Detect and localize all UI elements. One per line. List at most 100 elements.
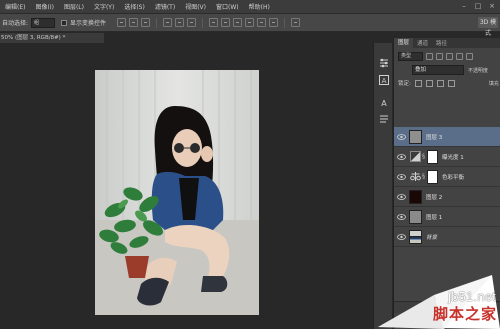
menu-layer[interactable]: 图层(L): [59, 2, 89, 11]
layer-name: 曝光度 1: [442, 154, 464, 161]
layer-name: 背景: [426, 234, 438, 241]
mask-link-icon[interactable]: §: [422, 173, 426, 180]
menu-view[interactable]: 视图(V): [180, 2, 211, 11]
tab-paths[interactable]: 路径: [432, 39, 451, 47]
distribute-bottom-icon[interactable]: [233, 17, 243, 27]
tab-channels[interactable]: 通道: [413, 39, 432, 47]
properties-panel-icon[interactable]: [378, 57, 390, 69]
site-watermark: jb51.net 脚本之家: [372, 261, 500, 329]
visibility-eye-icon[interactable]: [394, 147, 408, 167]
blend-row: 叠加 不透明度: [412, 65, 488, 75]
lock-label: 锁定:: [398, 81, 411, 87]
layer-row-layer-1[interactable]: 图层 1: [394, 207, 500, 227]
layer-name: 图层 1: [426, 214, 443, 221]
opacity-label: 不透明度: [468, 67, 489, 74]
layer-thumbnail: [409, 189, 422, 204]
watermark-brand: 脚本之家: [432, 305, 497, 323]
tab-layers[interactable]: 图层: [394, 38, 414, 48]
watermark-url: jb51.net: [448, 289, 496, 304]
align-top-icon[interactable]: [117, 17, 127, 27]
paragraph-panel-icon[interactable]: [378, 113, 390, 125]
document-canvas-photo[interactable]: [95, 70, 259, 315]
minimize-icon[interactable]: –: [460, 2, 468, 10]
visibility-eye-icon[interactable]: [394, 167, 408, 187]
visibility-eye-icon[interactable]: [394, 227, 408, 247]
svg-text:A: A: [381, 99, 387, 108]
divider: [284, 17, 286, 28]
svg-text:A: A: [382, 77, 387, 85]
fill-label: 填充: [488, 80, 499, 87]
distribute-hcenter-icon[interactable]: [257, 17, 267, 27]
character-panel-icon[interactable]: A: [378, 97, 390, 109]
layer-name: 图层 3: [426, 134, 443, 141]
filter-adjustment-icon[interactable]: [436, 52, 443, 60]
layer-name: 色彩平衡: [442, 174, 465, 181]
document-tab[interactable]: 50% (图层 3, RGB/8#) *: [0, 33, 104, 43]
menu-window[interactable]: 窗口(W): [211, 2, 244, 11]
document-tab-title: 50% (图层 3, RGB/8#) *: [1, 35, 66, 41]
menu-help[interactable]: 帮助(H): [244, 2, 275, 11]
3d-mode-button[interactable]: 3D 模式: [478, 17, 498, 37]
mask-link-icon[interactable]: §: [422, 153, 426, 160]
filter-smart-object-icon[interactable]: [466, 52, 473, 60]
align-vcenter-icon[interactable]: [129, 17, 139, 27]
lock-image-icon[interactable]: [425, 79, 433, 87]
show-transform-label: 显示变换控件: [70, 20, 107, 27]
layer-thumbnail: [409, 209, 422, 224]
layer-filter-row: 类型: [398, 51, 473, 61]
distribute-vcenter-icon[interactable]: [221, 17, 231, 27]
window-controls: – □ ×: [460, 2, 496, 10]
auto-select-label: 自动选择:: [2, 20, 29, 27]
close-icon[interactable]: ×: [488, 2, 496, 10]
layer-row-background[interactable]: 背景: [394, 227, 500, 247]
divider: [202, 17, 204, 28]
filter-type-icon[interactable]: [446, 52, 453, 60]
lock-row: 锁定: 填充: [398, 78, 499, 88]
align-buttons: [117, 17, 301, 28]
menu-image[interactable]: 图像(I): [30, 2, 58, 11]
exposure-icon: [410, 151, 421, 162]
visibility-eye-icon[interactable]: [394, 187, 408, 207]
filter-shape-icon[interactable]: [456, 52, 463, 60]
adjustments-panel-icon[interactable]: A: [378, 74, 390, 86]
photo-girl-with-plant: [95, 70, 259, 315]
color-balance-icon: [410, 172, 421, 181]
options-bar: 自动选择: 组 显示变换控件 3D 模式: [0, 14, 500, 37]
menu-select[interactable]: 选择(S): [119, 2, 150, 11]
visibility-eye-icon[interactable]: [394, 207, 408, 227]
layer-thumbnail: [409, 129, 422, 144]
auto-select-dropdown[interactable]: 组: [31, 17, 56, 28]
menu-type[interactable]: 文字(Y): [89, 2, 119, 11]
divider: [156, 17, 158, 28]
align-left-icon[interactable]: [163, 17, 173, 27]
layer-thumbnail: [409, 229, 422, 244]
distribute-left-icon[interactable]: [245, 17, 255, 27]
lock-all-icon[interactable]: [447, 79, 455, 87]
menu-bar: 编辑(E) 图像(I) 图层(L) 文字(Y) 选择(S) 滤镜(T) 视图(V…: [0, 0, 500, 14]
layer-row-layer-2[interactable]: 图层 2: [394, 187, 500, 207]
lock-transparent-icon[interactable]: [414, 79, 422, 87]
show-transform-checkbox[interactable]: [61, 19, 68, 26]
menu-edit[interactable]: 编辑(E): [0, 2, 30, 11]
maximize-icon[interactable]: □: [474, 2, 482, 10]
auto-align-icon[interactable]: [291, 17, 301, 27]
align-hcenter-icon[interactable]: [175, 17, 185, 27]
menu-filter[interactable]: 滤镜(T): [150, 2, 180, 11]
distribute-top-icon[interactable]: [209, 17, 219, 27]
panel-tabs: 图层 通道 路径: [394, 38, 500, 48]
layer-list: 图层 3 § 曝光度 1 § 色彩平衡 图层 2 图层 1 背景: [394, 127, 500, 247]
filter-pixel-icon[interactable]: [426, 52, 433, 60]
visibility-eye-icon[interactable]: [394, 127, 408, 147]
layer-mask-thumbnail[interactable]: [427, 169, 438, 184]
align-right-icon[interactable]: [187, 17, 197, 27]
kind-filter-dropdown[interactable]: 类型: [398, 51, 423, 61]
align-bottom-icon[interactable]: [141, 17, 151, 27]
blend-mode-dropdown[interactable]: 叠加: [412, 65, 464, 75]
layer-row-color-balance[interactable]: § 色彩平衡: [394, 167, 500, 187]
lock-position-icon[interactable]: [436, 79, 444, 87]
layer-row-layer-3[interactable]: 图层 3: [394, 127, 500, 147]
layer-row-exposure-1[interactable]: § 曝光度 1: [394, 147, 500, 167]
layer-name: 图层 2: [426, 194, 443, 201]
layer-mask-thumbnail[interactable]: [427, 149, 438, 164]
distribute-right-icon[interactable]: [269, 17, 279, 27]
